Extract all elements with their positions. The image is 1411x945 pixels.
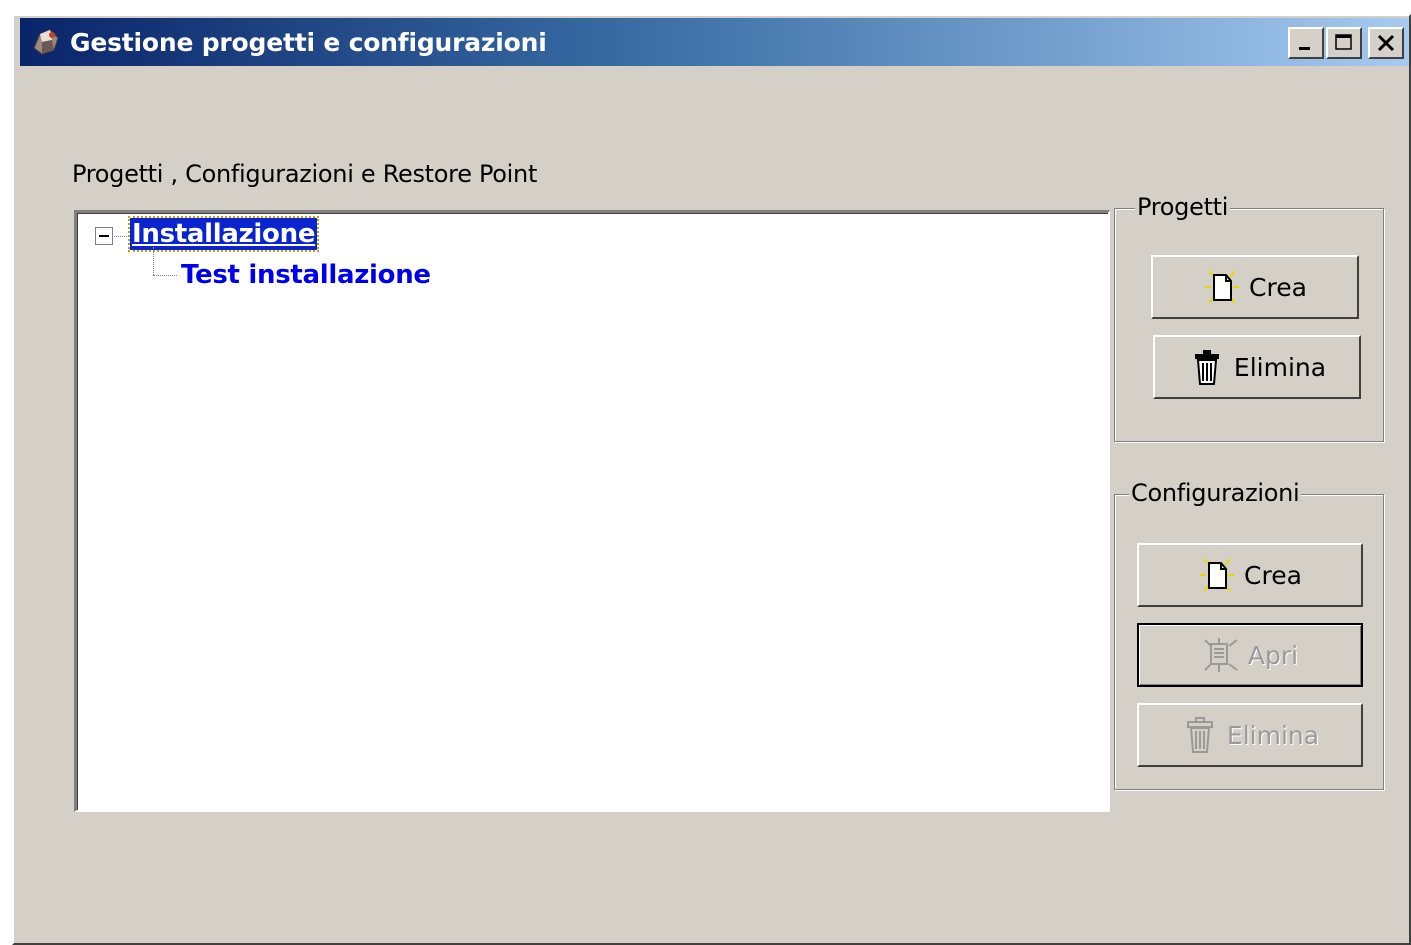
collapse-icon[interactable] [95,227,113,245]
trash-icon [1188,347,1226,387]
progetti-crea-button[interactable]: Crea [1151,255,1359,319]
tree-node-test-installazione[interactable]: Test installazione [181,259,431,291]
configurazioni-group: Configurazioni Crea Apri Elimina [1114,479,1384,790]
app-icon [33,29,59,55]
tree-connector [153,247,154,275]
configurazioni-crea-button[interactable]: Crea [1137,543,1363,607]
configurazioni-group-label: Configurazioni [1129,479,1302,507]
progetti-crea-label: Crea [1249,272,1307,302]
configurazioni-apri-label: Apri [1247,640,1299,670]
tree-connector [114,236,131,237]
new-document-icon [1203,267,1241,307]
close-button[interactable] [1368,27,1404,59]
progetti-elimina-label: Elimina [1233,352,1327,382]
main-window: Gestione progetti e configurazioni Proge… [12,14,1411,945]
maximize-icon [1335,34,1352,50]
tree-section-label: Progetti , Configurazioni e Restore Poin… [72,160,538,188]
tree-connector [153,275,177,276]
configurazioni-apri-button[interactable]: Apri [1137,623,1363,687]
window-title: Gestione progetti e configurazioni [70,27,547,57]
configurazioni-elimina-label: Elimina [1226,720,1320,750]
trash-icon [1181,715,1219,755]
tree-node-installazione[interactable]: Installazione [127,216,320,252]
configurazioni-crea-label: Crea [1244,560,1302,590]
progetti-group: Progetti Crea Elimina [1114,193,1384,442]
progetti-group-label: Progetti [1135,193,1231,221]
open-config-icon [1202,635,1240,675]
close-icon [1377,34,1395,52]
new-document-icon [1198,555,1236,595]
maximize-button[interactable] [1326,27,1362,59]
progetti-elimina-button[interactable]: Elimina [1153,335,1361,399]
minimize-icon [1299,47,1310,50]
minimize-button[interactable] [1288,27,1324,59]
project-tree[interactable]: Installazione Test installazione [74,210,1110,812]
title-bar[interactable]: Gestione progetti e configurazioni [20,18,1409,66]
configurazioni-elimina-button[interactable]: Elimina [1137,703,1363,767]
